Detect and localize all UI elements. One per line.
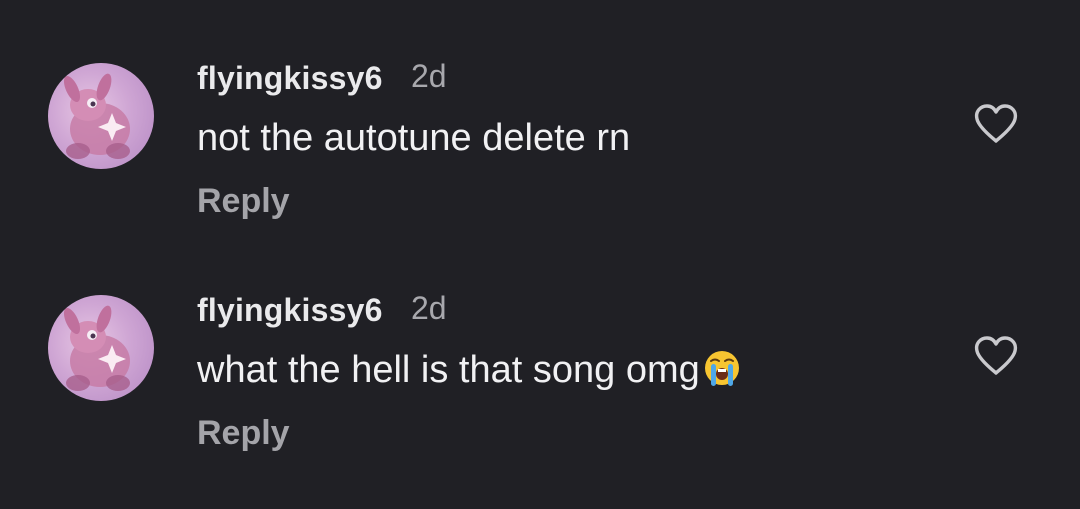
avatar[interactable] <box>48 63 154 169</box>
comment-item: flyingkissy6 2d what the hell is that so… <box>0 284 1080 484</box>
comment-text-container: what the hell is that song omg <box>197 348 742 392</box>
avatar[interactable] <box>48 295 154 401</box>
comment-text: not the autotune delete rn <box>197 117 631 159</box>
comment-item: flyingkissy6 2d not the autotune delete … <box>0 52 1080 252</box>
reply-button[interactable]: Reply <box>197 413 290 453</box>
comment-username[interactable]: flyingkissy6 <box>197 58 383 98</box>
loudly-crying-face-icon <box>702 348 742 388</box>
comment-timestamp: 2d <box>411 290 447 326</box>
comment-timestamp: 2d <box>411 58 447 94</box>
avatar-image <box>63 73 130 159</box>
heart-icon[interactable] <box>973 336 1019 376</box>
heart-icon[interactable] <box>973 104 1019 144</box>
reply-button[interactable]: Reply <box>197 181 290 221</box>
avatar-image <box>63 305 130 391</box>
comment-username[interactable]: flyingkissy6 <box>197 290 383 330</box>
comment-text: what the hell is that song omg <box>197 349 700 391</box>
